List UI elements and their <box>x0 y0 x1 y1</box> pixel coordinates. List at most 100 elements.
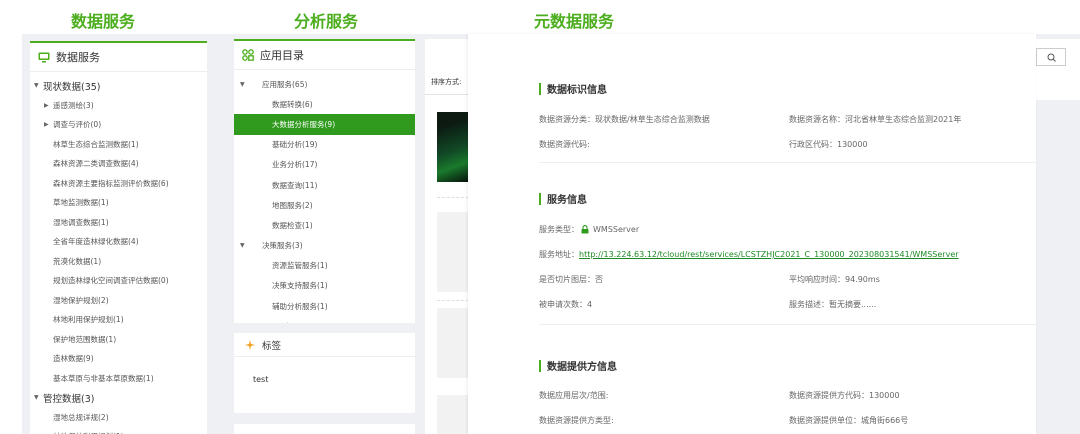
catalog-item-label: 应用服务(65) <box>262 79 308 89</box>
catalog-item[interactable]: 地图服务(2) <box>234 195 415 215</box>
list-divider <box>437 197 469 198</box>
catalog-item-label: 数据查询(11) <box>272 180 318 190</box>
tree-item[interactable]: 湿地总规详规(2) <box>30 408 207 428</box>
list-divider <box>437 300 469 301</box>
catalog-item-selected[interactable]: 大数据分析服务(9) <box>234 114 415 135</box>
tree-group[interactable]: ▼ 管控数据(3) <box>30 388 207 408</box>
section-divider <box>539 324 1036 325</box>
metadata-detail-panel: 数据标识信息 数据资源分类：现状数据/林草生态综合监测数据 数据资源名称：河北省… <box>468 34 1036 434</box>
lock-icon <box>581 225 589 234</box>
metadata-service-header: 元数据服务 <box>534 12 615 31</box>
tree-item-label: 湿地调查数据(1) <box>53 217 109 227</box>
tree-item-label: 湿地总规详规(2) <box>53 412 109 422</box>
tree-item[interactable]: 基本草原与非基本草原数据(1) <box>30 369 207 389</box>
service-card-placeholder[interactable] <box>437 395 469 434</box>
service-thumbnail[interactable] <box>437 112 469 182</box>
service-type-value: WMSServer <box>593 225 640 234</box>
search-icon <box>1047 53 1056 62</box>
section-service-title: 服务信息 <box>539 191 587 206</box>
tree-item-label: 全省年度造林绿化数据(4) <box>53 237 139 247</box>
data-service-panel-title: 数据服务 <box>30 41 207 72</box>
tree-item-label: 林地利用保护规划(1) <box>53 315 124 325</box>
tags-panel: 标签 test <box>234 333 415 413</box>
tree-item[interactable]: 林地利用保护规划(1) <box>30 310 207 330</box>
data-service-header: 数据服务 <box>71 12 136 31</box>
tree-item-label: 森林资源二类调查数据(4) <box>53 159 139 169</box>
catalog-item-label: 地图服务(2) <box>272 200 313 210</box>
analysis-service-header: 分析服务 <box>294 12 359 31</box>
catalog-item-label: 资源监管服务(1) <box>272 261 328 271</box>
tag-icon <box>244 339 256 351</box>
tree-item[interactable]: 荒漠化数据(1) <box>30 252 207 272</box>
request-count: 被申请次数：4 <box>539 300 593 309</box>
caret-down-icon[interactable]: ▼ <box>34 394 43 401</box>
catalog-group[interactable]: ▼ 决策服务(3) <box>234 236 415 256</box>
tree-item[interactable]: 草地监测数据(1) <box>30 193 207 213</box>
tree-item-label: 湿地保护规划(2) <box>53 295 109 305</box>
service-card-placeholder[interactable] <box>437 212 469 292</box>
tree-item[interactable]: 林地保护利用规划(1) <box>30 427 207 434</box>
tree-item-label: 调查与评价(0) <box>53 120 102 130</box>
catalog-item-label: 决策支持服务(1) <box>272 281 328 291</box>
section-identity-title: 数据标识信息 <box>539 81 607 96</box>
service-address-label: 服务地址： <box>539 250 579 259</box>
service-type: 服务类型： WMSServer <box>539 224 639 235</box>
sort-divider <box>425 94 469 95</box>
catalog-item[interactable]: 数据查询(11) <box>234 175 415 195</box>
catalog-item[interactable]: 资源监管服务(1) <box>234 256 415 276</box>
caret-right-icon[interactable]: ▶ <box>44 102 53 109</box>
caret-right-icon[interactable]: ▶ <box>44 121 53 128</box>
section-divider <box>539 162 1036 163</box>
section-provider-title: 数据提供方信息 <box>539 358 617 373</box>
tree-item[interactable]: 湿地调查数据(1) <box>30 213 207 233</box>
tree-item[interactable]: 保护地范围数据(1) <box>30 330 207 350</box>
catalog-item-label: 辅助分析服务(1) <box>272 301 328 311</box>
catalog-item[interactable]: 通用服务(7) <box>234 316 415 323</box>
catalog-item[interactable]: 辅助分析服务(1) <box>234 296 415 316</box>
catalog-item-label: 大数据分析服务(9) <box>272 119 336 129</box>
tree-group[interactable]: ▼ 现状数据(35) <box>30 76 207 96</box>
tree-item[interactable]: ▶ 调查与评价(0) <box>30 115 207 135</box>
caret-down-icon[interactable]: ▼ <box>238 81 262 88</box>
catalog-item-label: 基础分析(19) <box>272 140 318 150</box>
resource-category: 数据资源分类：现状数据/林草生态综合监测数据 <box>539 115 710 124</box>
tree-item[interactable]: 森林资源主要指标监测评价数据(6) <box>30 174 207 194</box>
catalog-item[interactable]: 决策支持服务(1) <box>234 276 415 296</box>
tree-item-label: 保护地范围数据(1) <box>53 334 117 344</box>
resource-code: 数据资源代码: <box>539 140 590 149</box>
tree-item-label: 草地监测数据(1) <box>53 198 109 208</box>
caret-down-icon[interactable]: ▼ <box>238 242 262 249</box>
service-type-label: 服务类型： <box>539 225 579 234</box>
sort-label: 排序方式: <box>431 78 462 86</box>
tree-item[interactable]: 林草生态综合监测数据(1) <box>30 135 207 155</box>
catalog-item[interactable]: 基础分析(19) <box>234 135 415 155</box>
grid-icon <box>242 49 254 61</box>
catalog-item-label: 通用服务(7) <box>262 321 303 323</box>
catalog-item[interactable]: 数据转换(6) <box>234 94 415 114</box>
tag-test[interactable]: test <box>234 357 415 384</box>
catalog-item-label: 决策服务(3) <box>262 241 303 251</box>
service-card-placeholder[interactable] <box>437 308 469 378</box>
data-service-panel-title-text: 数据服务 <box>56 51 100 64</box>
application-level: 数据应用层次/范围: <box>539 391 609 400</box>
extra-panel <box>234 424 415 434</box>
tree-item[interactable]: 规划造林绿化空间调查评估数据(0) <box>30 271 207 291</box>
monitor-icon <box>38 51 50 63</box>
catalog-group[interactable]: ▼ 应用服务(65) <box>234 74 415 94</box>
catalog-item[interactable]: 数据检查(1) <box>234 215 415 235</box>
tree-item[interactable]: 森林资源二类调查数据(4) <box>30 154 207 174</box>
service-description: 服务描述：暂无摘要...... <box>789 300 877 309</box>
caret-down-icon[interactable]: ▼ <box>34 82 43 89</box>
tree-item[interactable]: 全省年度造林绿化数据(4) <box>30 232 207 252</box>
tree-item-label: 遥感测绘(3) <box>53 100 94 110</box>
tree-item[interactable]: 造林数据(9) <box>30 349 207 369</box>
tree-item[interactable]: 湿地保护规划(2) <box>30 291 207 311</box>
app-catalog-title-text: 应用目录 <box>260 49 304 62</box>
search-button[interactable] <box>1036 48 1066 66</box>
right-gutter <box>1036 100 1080 434</box>
tree-item[interactable]: ▶ 遥感测绘(3) <box>30 96 207 116</box>
catalog-item[interactable]: 业务分析(17) <box>234 155 415 175</box>
service-address-link[interactable]: http://13.224.63.12/tcloud/rest/services… <box>579 250 959 259</box>
catalog-item-label: 数据检查(1) <box>272 220 313 230</box>
tiled-layer: 是否切片图层：否 <box>539 275 603 284</box>
